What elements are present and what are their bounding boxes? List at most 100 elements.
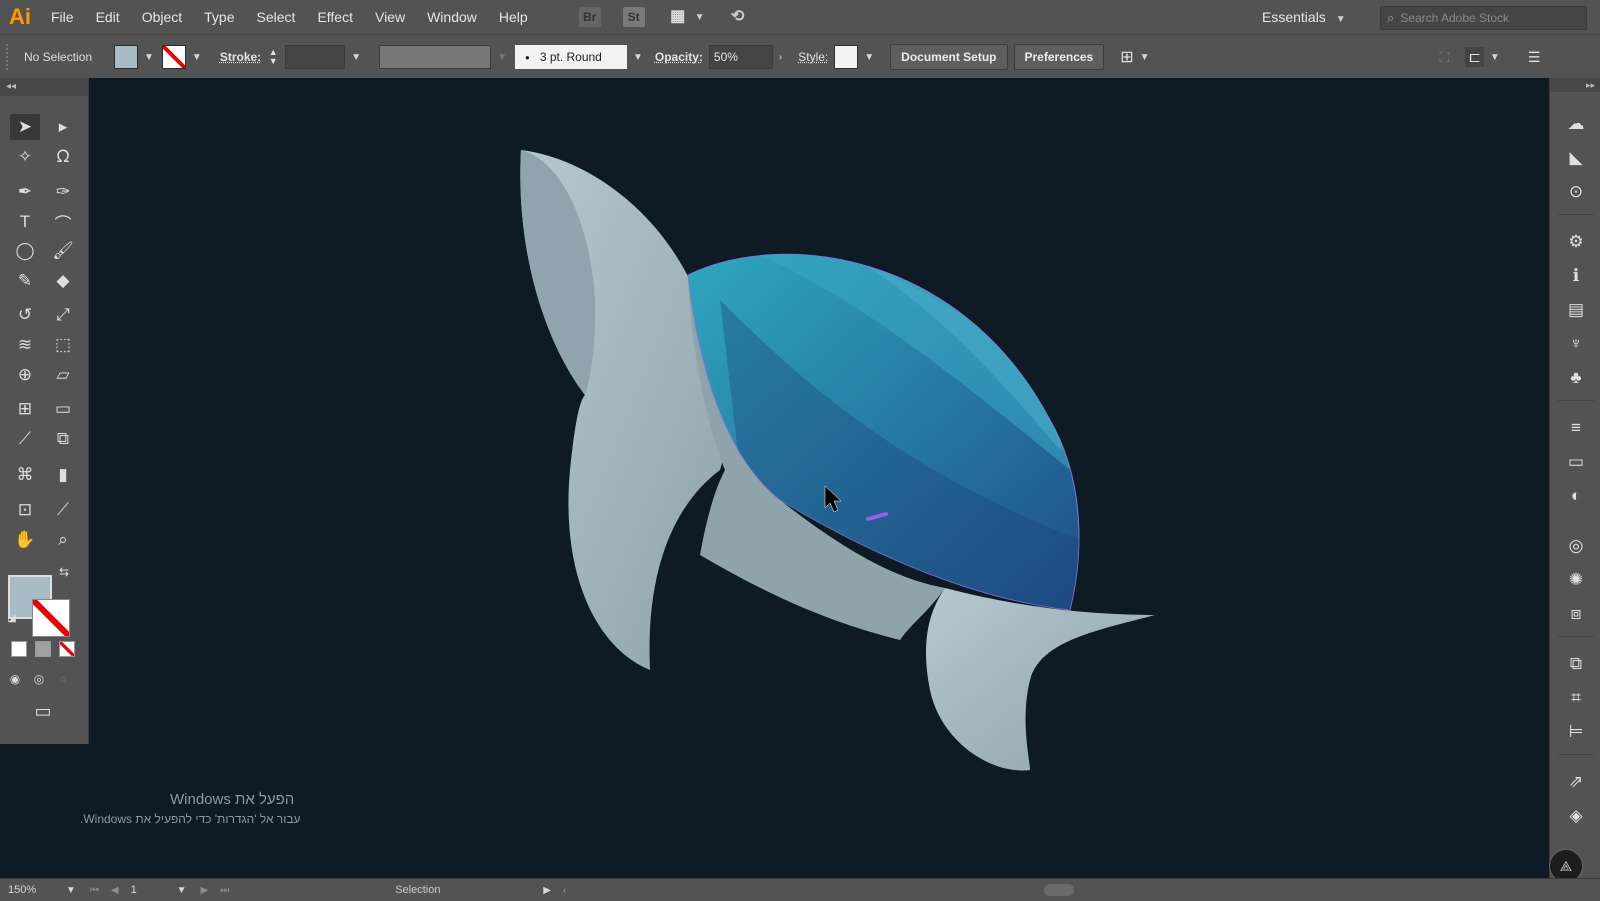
stroke-stepper[interactable]: ▲ ▼ xyxy=(267,48,279,66)
chevron-down-icon[interactable]: ▼ xyxy=(351,52,361,63)
chevron-down-icon[interactable]: ▼ xyxy=(695,12,705,23)
graphic-styles-icon[interactable]: ✺ xyxy=(1564,568,1588,592)
default-fill-stroke-icon[interactable]: ◪ xyxy=(2,608,22,628)
selection-tool-icon[interactable]: ➤ xyxy=(10,114,40,140)
free-transform-tool-icon[interactable]: ⬚ xyxy=(48,332,78,358)
menu-type[interactable]: Type xyxy=(193,0,245,34)
workspace-switcher[interactable]: Essentials ▼ xyxy=(1262,0,1346,37)
blend-tool-icon[interactable]: ⧉ xyxy=(48,426,78,452)
column-graph-tool-icon[interactable]: ▮ xyxy=(48,462,78,488)
panel-grip[interactable] xyxy=(6,44,14,70)
pathfinder-icon[interactable]: ⧉ xyxy=(1564,652,1588,676)
none-mode-icon[interactable] xyxy=(59,641,75,657)
info-icon[interactable]: ℹ xyxy=(1564,264,1588,288)
pen-tool-icon[interactable]: ✒ xyxy=(10,179,40,205)
graphic-style-swatch[interactable] xyxy=(834,45,859,69)
libraries-icon[interactable]: ☁ xyxy=(1564,112,1588,136)
appearance-icon[interactable]: ◎ xyxy=(1564,534,1588,558)
chevron-down-icon[interactable]: ▼ xyxy=(1490,52,1500,63)
gradient-tool-icon[interactable]: ▭ xyxy=(48,396,78,422)
panel-menu-icon[interactable]: ☰ xyxy=(1528,49,1541,66)
eraser-tool-icon[interactable]: ◆ xyxy=(48,268,78,294)
gradient-panel-icon[interactable]: ▭ xyxy=(1564,450,1588,474)
swatches-icon[interactable]: ▤ xyxy=(1564,298,1588,322)
last-artboard-icon[interactable]: ⏭ xyxy=(220,885,229,896)
zoom-tool-icon[interactable]: ⌕ xyxy=(48,527,78,553)
symbol-sprayer-tool-icon[interactable]: ⌘ xyxy=(10,462,40,488)
transform-icon[interactable]: ⌗ xyxy=(1564,686,1588,710)
ellipse-tool-icon[interactable]: ◯ xyxy=(10,238,40,264)
artboard-tool-icon[interactable]: ⊡ xyxy=(10,497,40,523)
stroke-weight-field[interactable] xyxy=(285,45,346,69)
line-segment-tool-icon[interactable]: ⌒ xyxy=(48,209,78,235)
swap-fill-stroke-icon[interactable]: ⇆ xyxy=(54,562,74,582)
screen-mode-icon[interactable]: ▭ xyxy=(28,698,58,724)
export-icon[interactable]: ⇗ xyxy=(1564,770,1588,794)
menu-object[interactable]: Object xyxy=(131,0,193,34)
brushes-icon[interactable]: ♆ xyxy=(1564,332,1588,356)
menu-file[interactable]: File xyxy=(40,0,85,34)
type-tool-icon[interactable]: T xyxy=(10,209,40,235)
chevron-down-icon[interactable]: ▼ xyxy=(633,52,643,63)
color-mode-icon[interactable] xyxy=(11,641,27,657)
mesh-tool-icon[interactable]: ⊞ xyxy=(10,396,40,422)
lasso-tool-icon[interactable]: ᘯ xyxy=(48,144,78,170)
magic-wand-tool-icon[interactable]: ✧ xyxy=(10,144,40,170)
artboard-number[interactable]: 1 xyxy=(131,884,171,896)
symbols-icon[interactable]: ♣ xyxy=(1564,366,1588,390)
chevron-down-icon[interactable]: ▼ xyxy=(66,885,76,896)
menu-edit[interactable]: Edit xyxy=(85,0,131,34)
direct-selection-tool-icon[interactable]: ▸ xyxy=(48,114,78,140)
slice-tool-icon[interactable]: ⟋ xyxy=(48,497,78,523)
hand-tool-icon[interactable]: ✋ xyxy=(10,527,40,553)
shape-builder-tool-icon[interactable]: ⊕ xyxy=(10,362,40,388)
bridge-icon[interactable]: Br xyxy=(578,7,601,27)
menu-window[interactable]: Window xyxy=(416,0,488,34)
chevron-right-icon[interactable]: › xyxy=(779,52,782,63)
scale-tool-icon[interactable]: ⤢ xyxy=(48,302,78,328)
menu-view[interactable]: View xyxy=(364,0,416,34)
opacity-field[interactable]: 50% xyxy=(708,45,773,69)
align-icon[interactable]: ⊨ xyxy=(1564,720,1588,744)
stroke-panel-icon[interactable]: ≡ xyxy=(1564,416,1588,440)
transparency-icon[interactable]: ◐ xyxy=(1564,484,1588,508)
chevron-down-icon[interactable]: ▼ xyxy=(864,52,874,63)
curvature-tool-icon[interactable]: ✑ xyxy=(48,179,78,205)
draw-normal-icon[interactable]: ◉ xyxy=(4,666,26,692)
collapse-dock-icon[interactable]: ▸▸ xyxy=(1550,78,1600,92)
eyedropper-tool-icon[interactable]: ⟋ xyxy=(10,426,40,452)
stroke-color-box[interactable] xyxy=(32,599,70,637)
style-label[interactable]: Style: xyxy=(798,50,828,64)
width-tool-icon[interactable]: ≋ xyxy=(10,332,40,358)
rotate-tool-icon[interactable]: ↺ xyxy=(10,302,40,328)
stroke-swatch[interactable] xyxy=(161,45,186,69)
transform-panel-icon[interactable]: ⧈ xyxy=(1564,602,1588,626)
stroke-label[interactable]: Stroke: xyxy=(220,50,261,64)
previous-artboard-icon[interactable]: ◀ xyxy=(111,885,119,896)
settings-icon[interactable]: ⚙ xyxy=(1564,230,1588,254)
draw-inside-icon[interactable]: ○ xyxy=(52,666,74,692)
turtle-artwork[interactable] xyxy=(89,78,1549,878)
menu-effect[interactable]: Effect xyxy=(306,0,364,34)
arrange-icon[interactable]: ⊞ xyxy=(1120,47,1133,67)
stock-search-input[interactable]: ⌕ Search Adobe Stock xyxy=(1380,6,1587,30)
preferences-button[interactable]: Preferences xyxy=(1013,44,1105,70)
variable-width-profile[interactable] xyxy=(379,45,492,69)
draw-behind-icon[interactable]: ◎ xyxy=(28,666,50,692)
align-panel-icon[interactable]: ⊏ xyxy=(1465,47,1484,67)
stock-icon[interactable]: St xyxy=(622,7,645,27)
navigator-icon[interactable]: ⊙ xyxy=(1564,180,1588,204)
paintbrush-tool-icon[interactable]: 🖌 xyxy=(48,238,78,264)
chevron-down-icon[interactable]: ▼ xyxy=(177,885,187,896)
artboard-canvas[interactable]: הפעל את Windows עבור אל 'הגדרות' כדי להפ… xyxy=(80,78,1549,878)
chevron-down-icon[interactable]: ▼ xyxy=(1140,52,1150,63)
zoom-level[interactable]: 150% xyxy=(8,884,60,896)
gpu-performance-icon[interactable]: ⟲ xyxy=(727,7,749,27)
properties-icon[interactable]: ◣ xyxy=(1564,146,1588,170)
next-artboard-icon[interactable]: ▶ xyxy=(201,885,209,896)
perspective-grid-tool-icon[interactable]: ▱ xyxy=(48,362,78,388)
opacity-label[interactable]: Opacity: xyxy=(655,50,703,64)
scroll-left-icon[interactable]: ‹ xyxy=(563,885,566,896)
arrange-documents-icon[interactable]: ▦ xyxy=(667,7,689,27)
document-setup-button[interactable]: Document Setup xyxy=(890,44,1008,70)
